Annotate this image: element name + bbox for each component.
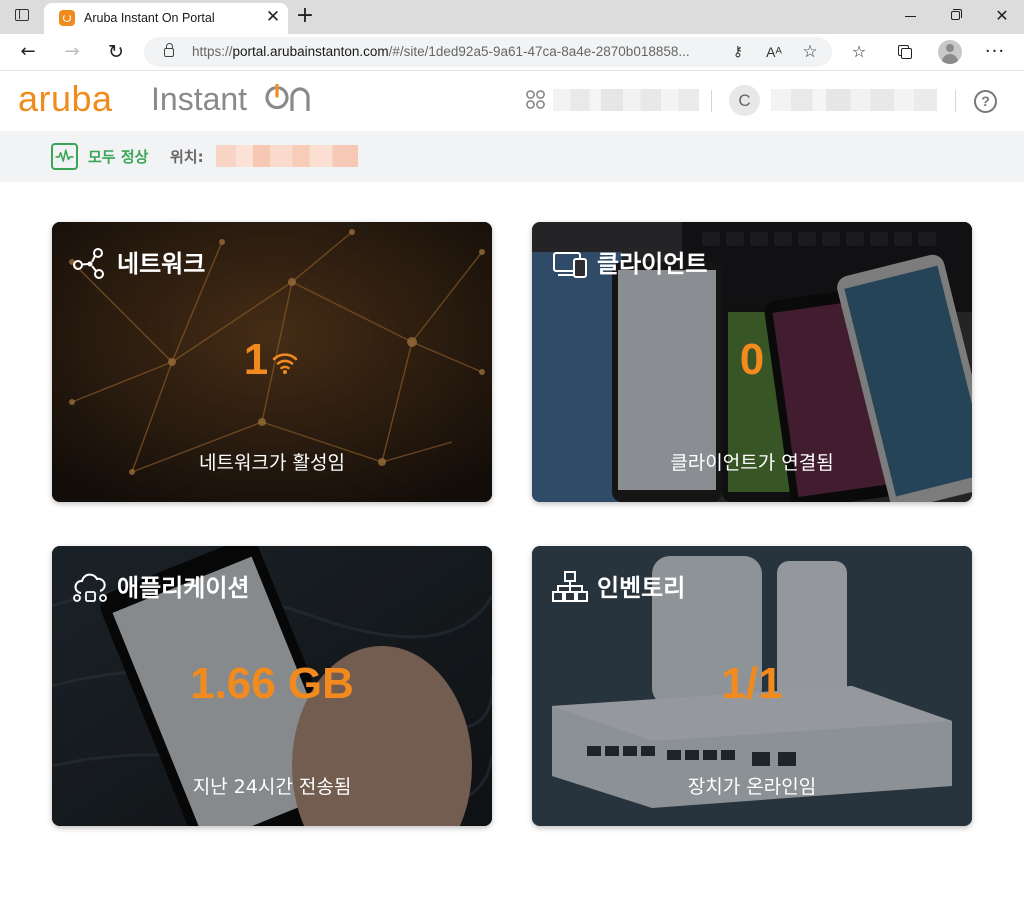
profile-avatar-icon[interactable] [938, 40, 962, 64]
on-power-logo-icon [265, 84, 310, 111]
health-pulse-icon [51, 143, 78, 170]
back-arrow-icon[interactable]: ← [15, 39, 41, 65]
reload-icon[interactable]: ↻ [103, 39, 129, 65]
account-name-redacted[interactable] [771, 89, 937, 111]
window-close-icon[interactable]: ✕ [990, 6, 1014, 26]
network-nodes-icon [73, 248, 104, 279]
wifi-icon [272, 353, 298, 374]
site-status-bar: 모두 정상 위치: [0, 131, 1024, 182]
inventory-card[interactable]: 인벤토리 1/1 장치가 온라인임 [532, 546, 972, 826]
applications-card[interactable]: 애플리케이션 1.66 GB 지난 24시간 전송됨 [52, 546, 492, 826]
header-divider [711, 90, 712, 112]
browser-tab-active[interactable]: Aruba Instant On Portal ✕ [44, 3, 288, 34]
hierarchy-icon [552, 571, 588, 602]
url-text[interactable]: https://portal.arubainstanton.com/#/site… [192, 44, 717, 59]
clients-count: 0 [739, 335, 765, 384]
tab-title: Aruba Instant On Portal [84, 11, 215, 25]
network-card[interactable]: 네트워크 1 네트워크가 활성임 [52, 222, 492, 502]
network-count: 1 [52, 335, 492, 385]
applications-card-title: 애플리케이션 [117, 574, 250, 602]
applications-card-subtitle: 지난 24시간 전송됨 [192, 776, 352, 798]
network-count-value: 1 [243, 335, 269, 384]
account-avatar[interactable]: C [729, 85, 760, 116]
window-restore-icon[interactable] [944, 6, 968, 26]
app-header: aruba Instant C ? [0, 71, 1024, 131]
help-icon[interactable]: ? [974, 90, 997, 113]
clients-card-title: 클라이언트 [597, 250, 708, 278]
network-card-title: 네트워크 [117, 250, 206, 278]
data-transferred-value: 1.66 GB [190, 659, 354, 708]
url-scheme: https:// [192, 44, 233, 59]
devices-online-value: 1/1 [721, 659, 783, 708]
clients-card-subtitle: 클라이언트가 연결됨 [670, 452, 834, 474]
add-favorite-icon[interactable]: ☆ [800, 42, 820, 62]
browser-toolbar: ← → ↻ https://portal.arubainstanton.com/… [0, 34, 1024, 71]
site-grid-icon[interactable] [526, 90, 545, 109]
header-divider-2 [955, 90, 956, 112]
lock-icon[interactable] [164, 43, 174, 57]
network-card-subtitle: 네트워크가 활성임 [199, 452, 345, 474]
inventory-card-title: 인벤토리 [597, 574, 686, 602]
url-path: /#/site/1ded92a5-9a61-47ca-8a4e-2870b018… [388, 44, 690, 59]
read-aloud-icon[interactable]: Aᴬ [764, 42, 784, 62]
collections-icon[interactable] [892, 39, 918, 65]
clients-card[interactable]: 클라이언트 0 클라이언트가 연결됨 [532, 222, 972, 502]
devices-icon [553, 252, 587, 278]
window-minimize-icon[interactable] [899, 4, 923, 24]
tab-actions-icon[interactable] [15, 9, 29, 21]
browser-tab-bar: Aruba Instant On Portal ✕ + ✕ [0, 0, 1024, 34]
new-tab-icon[interactable]: + [294, 4, 316, 28]
site-selector-redacted[interactable] [553, 89, 699, 111]
forward-arrow-icon[interactable]: → [59, 39, 85, 65]
aruba-logo[interactable]: aruba [18, 81, 113, 117]
favorites-icon[interactable]: ☆ [846, 39, 872, 65]
tab-close-icon[interactable]: ✕ [263, 7, 283, 27]
health-status-text[interactable]: 모두 정상 [88, 146, 148, 167]
address-bar[interactable]: https://portal.arubainstanton.com/#/site… [144, 37, 832, 67]
more-menu-icon[interactable]: ··· [982, 39, 1008, 65]
key-icon[interactable]: ⚷ [728, 42, 748, 62]
cloud-apps-icon [73, 573, 107, 602]
inventory-card-subtitle: 장치가 온라인임 [687, 776, 817, 798]
url-domain: portal.arubainstanton.com [232, 44, 389, 59]
location-label: 위치: [170, 148, 204, 166]
instant-on-logo-text: Instant [151, 81, 248, 117]
aruba-favicon-icon [59, 10, 75, 26]
location-value-redacted [216, 145, 358, 167]
